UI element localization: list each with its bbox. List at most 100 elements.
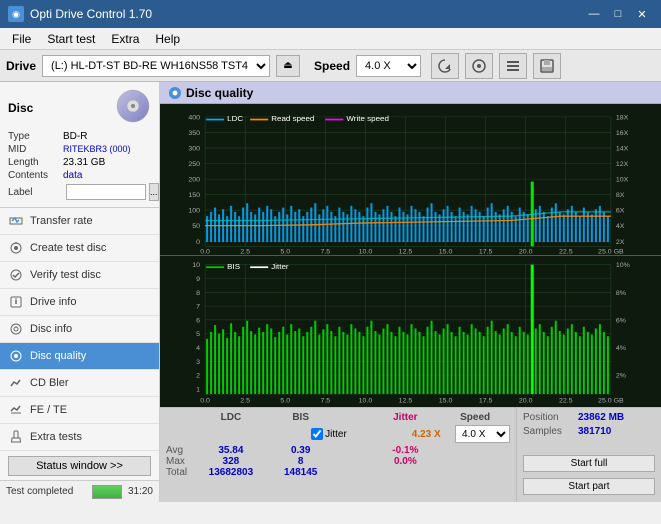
svg-text:250: 250 <box>188 162 200 168</box>
stats-bar: LDC BIS Jitter Speed Jitter 4.23 X <box>160 407 661 502</box>
max-ldc: 328 <box>196 456 266 467</box>
start-full-button[interactable]: Start full <box>523 455 655 472</box>
sidebar-item-disc-info[interactable]: Disc info <box>0 316 159 343</box>
svg-text:17.5: 17.5 <box>479 398 493 404</box>
sidebar-item-cd-bler[interactable]: CD Bler <box>0 370 159 397</box>
svg-text:7.5: 7.5 <box>320 249 330 255</box>
avg-bis: 0.39 <box>266 445 336 456</box>
sidebar-item-create-test-disc[interactable]: Create test disc <box>0 235 159 262</box>
progress-area: Test completed 31:20 <box>0 480 159 502</box>
label-browse-button[interactable]: ... <box>149 183 159 201</box>
svg-text:200: 200 <box>188 177 200 183</box>
drive-info-icon <box>8 294 24 310</box>
sidebar-item-transfer-rate[interactable]: Transfer rate <box>0 208 159 235</box>
start-part-button[interactable]: Start part <box>523 478 655 495</box>
save-button[interactable] <box>533 53 561 79</box>
jitter-checkbox[interactable] <box>311 428 323 440</box>
svg-text:10.0: 10.0 <box>359 249 373 255</box>
sidebar-item-disc-quality[interactable]: Disc quality <box>0 343 159 370</box>
minimize-button[interactable]: — <box>583 5 605 23</box>
col-ldc: LDC <box>196 412 266 423</box>
speed-select2[interactable]: 4.0 X <box>455 425 510 443</box>
fe-te-label: FE / TE <box>30 404 67 416</box>
titlebar-controls: — □ ✕ <box>583 5 653 23</box>
drive-select[interactable]: (L:) HL-DT-ST BD-RE WH16NS58 TST4 <box>42 55 270 77</box>
disc-mid-row: MID RITEKBR3 (000) <box>8 144 151 155</box>
sidebar-item-verify-test-disc[interactable]: Verify test disc <box>0 262 159 289</box>
sidebar-item-extra-tests[interactable]: Extra tests <box>0 424 159 451</box>
svg-text:5.0: 5.0 <box>280 249 290 255</box>
verify-test-disc-icon <box>8 267 24 283</box>
position-value: 23862 MB <box>578 412 624 423</box>
refresh-button[interactable] <box>431 53 459 79</box>
cd-bler-icon <box>8 375 24 391</box>
cd-bler-label: CD Bler <box>30 377 69 389</box>
settings-button[interactable] <box>499 53 527 79</box>
menu-start-test[interactable]: Start test <box>39 30 103 48</box>
disc-label-row: Label ... <box>8 183 151 201</box>
col-speed: Speed <box>440 412 510 423</box>
svg-text:4X: 4X <box>616 224 625 230</box>
bottom-chart: 10 9 8 7 6 5 4 3 2 1 10% 8% 6% 4% 2% <box>160 256 661 407</box>
svg-text:18X: 18X <box>616 115 629 121</box>
svg-text:1: 1 <box>196 387 200 393</box>
stats-avg-row: Avg 35.84 0.39 -0.1% <box>166 445 510 456</box>
svg-text:6%: 6% <box>616 318 626 324</box>
disc-type-row: Type BD-R <box>8 131 151 142</box>
svg-text:2: 2 <box>196 373 200 379</box>
svg-text:10: 10 <box>192 263 200 269</box>
svg-text:400: 400 <box>188 115 200 121</box>
position-label: Position <box>523 412 578 423</box>
jitter-label: Jitter <box>325 429 347 440</box>
svg-text:2X: 2X <box>616 239 625 245</box>
bottom-chart-svg: 10 9 8 7 6 5 4 3 2 1 10% 8% 6% 4% 2% <box>160 256 661 407</box>
svg-text:17.5: 17.5 <box>479 249 493 255</box>
extra-tests-label: Extra tests <box>30 431 82 443</box>
maximize-button[interactable]: □ <box>607 5 629 23</box>
svg-text:10%: 10% <box>616 263 630 269</box>
svg-text:16X: 16X <box>616 130 629 136</box>
refresh-icon <box>437 58 453 74</box>
svg-text:LDC: LDC <box>227 115 244 123</box>
svg-text:Jitter: Jitter <box>271 262 289 270</box>
svg-text:12X: 12X <box>616 162 629 168</box>
svg-text:50: 50 <box>192 224 200 230</box>
settings-icon <box>505 58 521 74</box>
samples-label: Samples <box>523 426 578 437</box>
svg-text:15.0: 15.0 <box>439 398 453 404</box>
disc-icon <box>471 58 487 74</box>
svg-text:8X: 8X <box>616 193 625 199</box>
speed-value-display: 4.23 X <box>397 429 455 440</box>
quality-header-icon <box>168 86 182 100</box>
eject-button[interactable]: ⏏ <box>276 55 300 77</box>
svg-text:5.0: 5.0 <box>280 398 290 404</box>
svg-text:2.5: 2.5 <box>240 398 250 404</box>
svg-text:4%: 4% <box>616 345 626 351</box>
disc-info-label: Disc info <box>30 323 72 335</box>
svg-text:300: 300 <box>188 146 200 152</box>
svg-text:7: 7 <box>196 304 200 310</box>
disc-button[interactable] <box>465 53 493 79</box>
progress-bar-container <box>92 485 122 499</box>
svg-text:9: 9 <box>196 276 200 282</box>
svg-text:8%: 8% <box>616 290 626 296</box>
menu-file[interactable]: File <box>4 30 39 48</box>
label-input[interactable] <box>66 184 146 200</box>
menu-help[interactable]: Help <box>147 30 188 48</box>
max-label: Max <box>166 456 196 467</box>
extra-tests-icon <box>8 429 24 445</box>
position-row: Position 23862 MB <box>523 412 655 423</box>
svg-text:22.5: 22.5 <box>559 398 573 404</box>
stats-total-row: Total 13682803 148145 <box>166 467 510 478</box>
sidebar-item-fe-te[interactable]: FE / TE <box>0 397 159 424</box>
menu-extra[interactable]: Extra <box>103 30 147 48</box>
progress-bar <box>93 486 121 498</box>
close-button[interactable]: ✕ <box>631 5 653 23</box>
svg-text:7.5: 7.5 <box>320 398 330 404</box>
sidebar-item-drive-info[interactable]: Drive info <box>0 289 159 316</box>
svg-text:22.5: 22.5 <box>559 249 573 255</box>
svg-text:10.0: 10.0 <box>359 398 373 404</box>
speed-select[interactable]: 4.0 X <box>356 55 421 77</box>
avg-jitter: -0.1% <box>370 445 440 456</box>
status-window-button[interactable]: Status window >> <box>8 456 151 476</box>
